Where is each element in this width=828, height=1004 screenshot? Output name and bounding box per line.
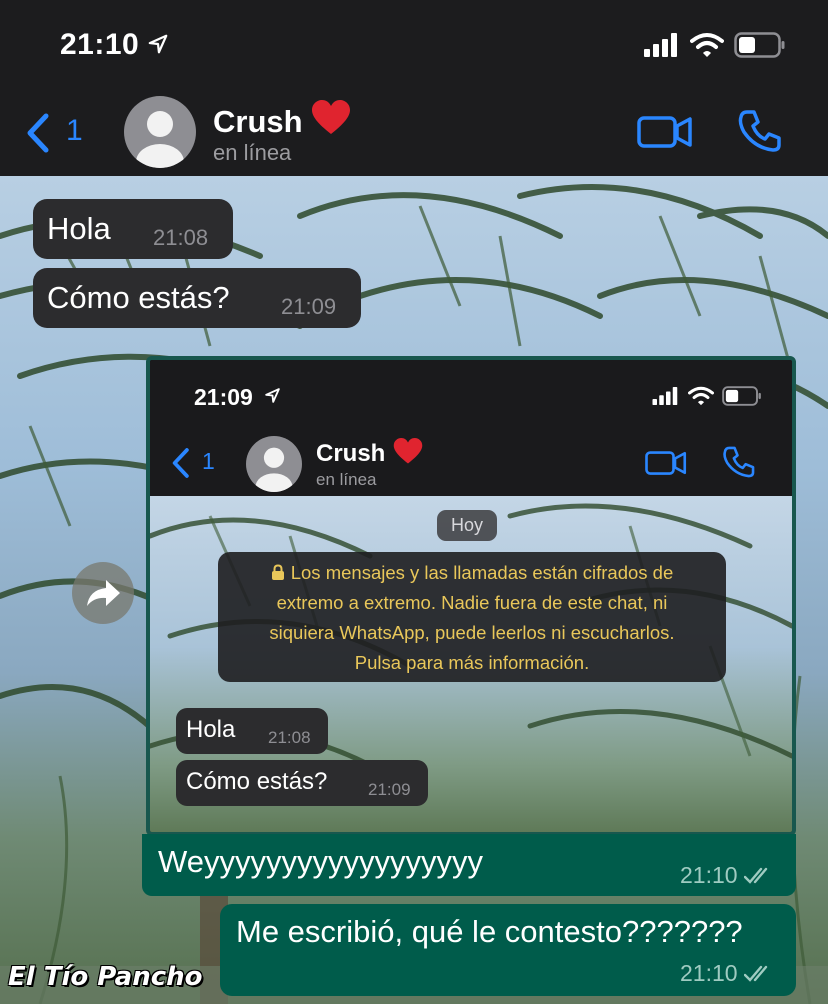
- date-separator: Hoy: [437, 510, 498, 541]
- message-text: Me escribió, qué le contesto???????: [236, 914, 743, 949]
- message-text: Weyyyyyyyyyyyyyyyyyy: [158, 844, 483, 879]
- lock-icon: [271, 564, 284, 580]
- message-time: 21:10: [680, 960, 738, 986]
- message-meta: 21:10: [680, 862, 774, 889]
- screenshot-status-time: 21:09: [194, 384, 253, 410]
- person-silhouette-icon: [255, 447, 293, 492]
- message-time: 21:08: [268, 728, 311, 747]
- avatar[interactable]: [124, 96, 196, 168]
- contact-name-text: Crush: [316, 440, 386, 467]
- message-bubble-incoming[interactable]: Cómo estás? 21:09: [33, 268, 361, 328]
- wifi-icon: [690, 33, 724, 57]
- contact-status: en línea: [213, 140, 292, 165]
- encryption-notice-line: Pulsa para más información.: [354, 652, 590, 673]
- encryption-notice-line: extremo a extremo. Nadie fuera de este c…: [276, 592, 668, 613]
- message-text: Cómo estás?: [47, 280, 230, 315]
- double-check-icon: [743, 965, 767, 982]
- phone-call-icon: [723, 446, 755, 478]
- battery-icon: [722, 386, 761, 406]
- contact-name[interactable]: Crush: [213, 100, 351, 140]
- screenshot-chat-header: 1 Crush en línea: [150, 432, 792, 496]
- contact-status: en línea: [316, 470, 377, 489]
- location-arrow-icon: [265, 388, 280, 403]
- message-text: Cómo estás?: [186, 768, 328, 795]
- forward-arrow-icon: [87, 580, 120, 606]
- contact-name: Crush: [316, 438, 423, 468]
- back-chevron-icon: [172, 448, 189, 478]
- forward-button[interactable]: [72, 562, 134, 624]
- message-time: 21:08: [153, 225, 209, 250]
- message-meta: 21:10: [680, 960, 774, 987]
- signal-icon: [652, 387, 678, 405]
- message-time: 21:09: [281, 294, 337, 319]
- message-text: Hola: [47, 211, 111, 246]
- watermark: El Tío Pancho: [8, 962, 203, 992]
- message-bubble-incoming: Hola 21:08: [176, 708, 328, 754]
- video-call-icon[interactable]: [637, 112, 693, 152]
- wifi-icon: [688, 386, 714, 406]
- status-indicators: [644, 32, 786, 58]
- status-bar: 21:10: [0, 0, 828, 92]
- phone-call-icon[interactable]: [737, 108, 783, 154]
- double-check-icon: [743, 867, 767, 884]
- screenshot-status-indicators: [652, 386, 762, 406]
- red-heart-icon: [311, 100, 350, 134]
- chat-header: 1 Crush en línea: [0, 92, 828, 176]
- contact-name-text: Crush: [213, 104, 303, 139]
- video-call-icon: [645, 451, 687, 475]
- message-time: 21:09: [368, 780, 411, 799]
- avatar: [246, 436, 302, 492]
- message-text: Hola: [186, 716, 236, 743]
- signal-icon: [644, 33, 677, 57]
- screenshot-chat-area: Hoy Los mensajes y las llamadas están ci…: [150, 496, 792, 832]
- back-chevron-icon[interactable]: [24, 112, 50, 154]
- message-bubble-incoming[interactable]: Hola 21:08: [33, 199, 233, 259]
- unread-count: 1: [202, 448, 215, 474]
- battery-icon: [734, 32, 785, 58]
- encryption-notice-line: Los mensajes y las llamadas están cifrad…: [218, 558, 726, 588]
- message-time: 21:10: [680, 862, 738, 888]
- person-silhouette-icon: [136, 111, 184, 168]
- status-time: 21:10: [60, 28, 140, 61]
- encryption-notice-text: Los mensajes y las llamadas están cifrad…: [290, 562, 674, 583]
- message-bubble-outgoing[interactable]: Weyyyyyyyyyyyyyyyyyy 21:10: [142, 834, 796, 896]
- red-heart-icon: [394, 438, 423, 464]
- unread-count[interactable]: 1: [66, 114, 83, 148]
- message-bubble-outgoing[interactable]: Me escribió, qué le contesto??????? 21:1…: [220, 904, 796, 996]
- location-arrow-icon: [148, 34, 168, 54]
- encryption-notice: Los mensajes y las llamadas están cifrad…: [218, 552, 726, 682]
- message-bubble-incoming: Cómo estás? 21:09: [176, 760, 428, 806]
- screenshot-status-bar: 21:09: [150, 360, 792, 432]
- forwarded-screenshot[interactable]: 21:09 1 Crush en línea Hoy Los mensajes …: [146, 356, 796, 836]
- encryption-notice-line: siquiera WhatsApp, puede leerlos ni escu…: [269, 622, 675, 643]
